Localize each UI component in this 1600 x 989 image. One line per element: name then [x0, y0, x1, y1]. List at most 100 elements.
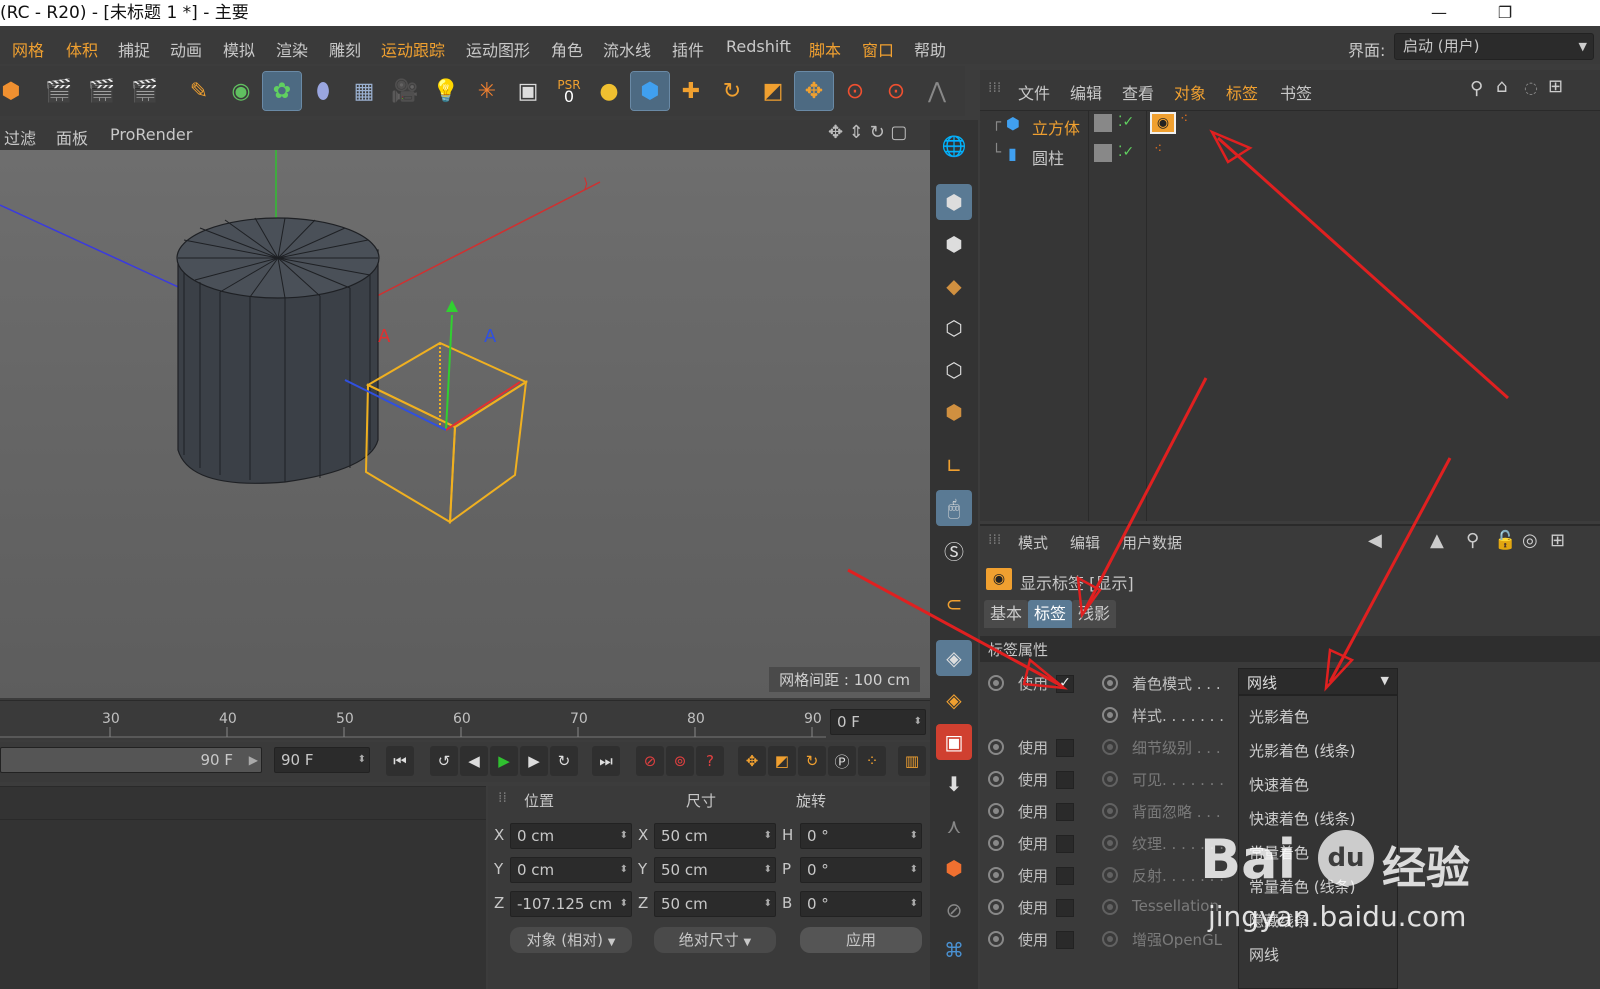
point-mode-icon[interactable]: ⬡ [936, 310, 972, 346]
option-quick-lines[interactable]: 快速着色 (线条) [1249, 808, 1355, 829]
tag-icon[interactable]: ▣ [509, 72, 547, 110]
animate-dot[interactable] [1102, 771, 1118, 787]
menu-script[interactable]: 脚本 [809, 37, 841, 61]
disabled-icon[interactable]: ⊘ [936, 892, 972, 928]
target-icon[interactable]: ◎ [1522, 530, 1538, 551]
animate-dot[interactable] [1102, 675, 1118, 691]
keyframe-selection-icon[interactable]: ? [696, 746, 724, 776]
use-checkbox[interactable] [1056, 867, 1074, 885]
menu-sculpt[interactable]: 雕刻 [329, 37, 361, 61]
animate-dot[interactable] [1102, 931, 1118, 947]
am-menu-userdata[interactable]: 用户数据 [1122, 532, 1182, 553]
viewport-nav-icons[interactable]: ✥ ⇕ ↻ ▢ [828, 122, 907, 143]
option-constant[interactable]: 常量着色 [1249, 842, 1309, 863]
menu-mograph[interactable]: 运动图形 [466, 37, 530, 61]
render-view-icon[interactable]: 🎬 [40, 72, 78, 110]
am-menu-mode[interactable]: 模式 [1018, 532, 1048, 553]
size-mode-dropdown[interactable]: 绝对尺寸 ▼ [654, 927, 776, 953]
back-arrow-icon[interactable]: ◀ [1368, 530, 1382, 551]
shading-mode-dropdown[interactable]: 网线 ▼ [1238, 668, 1398, 695]
coordinate-mode-dropdown[interactable]: 对象 (相对) ▼ [510, 927, 632, 953]
undo-icon[interactable]: ⬢ [0, 72, 30, 110]
tab-afterimage[interactable]: 残影 [1072, 600, 1117, 628]
edge-mode-icon[interactable]: ⬡ [936, 352, 972, 388]
key-position-icon[interactable]: ✥ [738, 746, 766, 776]
scale-icon[interactable]: ◩ [754, 72, 792, 110]
use-checkbox[interactable] [1056, 803, 1074, 821]
snap-icon[interactable]: ⊂ [936, 586, 972, 622]
axis-lock-icon[interactable]: ⋀ [918, 72, 956, 110]
om-menu-bookmarks[interactable]: 书签 [1280, 80, 1312, 104]
key-rotation-icon[interactable]: ↻ [798, 746, 826, 776]
option-quick[interactable]: 快速着色 [1249, 774, 1309, 795]
phong-tag-icon[interactable]: ⁖ [1180, 111, 1188, 127]
key-param-icon[interactable]: Ⓟ [828, 746, 856, 776]
menu-motion-tracker[interactable]: 运动跟踪 [381, 37, 445, 61]
light-icon[interactable]: 💡 [427, 72, 465, 110]
current-frame-field[interactable]: 0 F ⬍ [830, 709, 926, 735]
use-checkbox[interactable] [1056, 835, 1074, 853]
position-z-field[interactable]: -107.125 cm ⬍ [510, 891, 632, 917]
psr-button[interactable]: PSR 0 [550, 72, 588, 110]
pen-icon[interactable]: ✎ [180, 72, 218, 110]
next-key-icon[interactable]: ↻ [550, 746, 578, 776]
floor-icon[interactable]: ▦ [345, 72, 383, 110]
animate-dot[interactable] [988, 867, 1004, 883]
grid-icon[interactable]: ◈ [936, 682, 972, 718]
use-checkbox-checked[interactable]: ✓ [1056, 675, 1074, 693]
menu-redshift[interactable]: Redshift [726, 37, 791, 56]
move-add-icon[interactable]: ✚ [672, 72, 710, 110]
menu-simulate[interactable]: 模拟 [223, 37, 255, 61]
animate-dot[interactable] [1102, 707, 1118, 723]
animate-dot[interactable] [988, 931, 1004, 947]
layer-swatch[interactable] [1094, 144, 1112, 162]
material-manager[interactable] [0, 786, 486, 989]
size-y-field[interactable]: 50 cm ⬍ [654, 857, 776, 883]
om-menu-file[interactable]: 文件 [1018, 80, 1050, 104]
sculpt-icon[interactable]: ⋏ [936, 808, 972, 844]
use-checkbox[interactable] [1056, 931, 1074, 949]
enable-axis-icon[interactable]: ∟ [936, 448, 972, 484]
effector-icon[interactable]: ✳ [468, 72, 506, 110]
rotation-b-field[interactable]: 0 ° ⬍ [800, 891, 922, 917]
menu-snap[interactable]: 捕捉 [118, 37, 150, 61]
animate-dot[interactable] [988, 675, 1004, 691]
workplane-lock-icon[interactable]: ◈ [936, 640, 972, 676]
sphere-deformer-icon[interactable]: ◉ [222, 72, 260, 110]
size-x-field[interactable]: 50 cm ⬍ [654, 823, 776, 849]
move-tool-icon[interactable]: ✥ [794, 71, 834, 111]
paint-icon[interactable]: ⬢ [936, 850, 972, 886]
om-menu-edit[interactable]: 编辑 [1070, 80, 1102, 104]
animate-dot[interactable] [1102, 899, 1118, 915]
use-checkbox[interactable] [1056, 771, 1074, 789]
am-menu-edit[interactable]: 编辑 [1070, 532, 1100, 553]
animate-dot[interactable] [1102, 867, 1118, 883]
key-scale-icon[interactable]: ◩ [768, 746, 796, 776]
go-to-end-icon[interactable]: ⏭ [592, 746, 620, 776]
rotation-p-field[interactable]: 0 ° ⬍ [800, 857, 922, 883]
play-icon[interactable]: ▶ [490, 746, 518, 776]
next-frame-icon[interactable]: ▶ [520, 746, 548, 776]
menu-render[interactable]: 渲染 [276, 37, 308, 61]
render-picture-viewer-icon[interactable]: 🎬 [83, 72, 121, 110]
timeline-ruler[interactable]: 30 40 50 60 70 80 90 0 F ⬍ [0, 700, 930, 740]
option-wireframe[interactable]: 网线 [1249, 944, 1279, 965]
preview-range-slider[interactable]: 90 F ▶ [0, 747, 262, 773]
animate-dot[interactable] [988, 771, 1004, 787]
apply-button[interactable]: 应用 [800, 927, 922, 953]
restore-button[interactable]: ❐ [1482, 0, 1528, 26]
object-row-cylinder[interactable]: └ ▮ 圆柱 ⁚✓ ⁖ [980, 141, 1600, 169]
animate-dot[interactable] [988, 803, 1004, 819]
go-to-start-icon[interactable]: ⏮ [386, 746, 414, 776]
cloner-icon[interactable]: ✿ [262, 71, 302, 111]
workplane-icon[interactable]: ◆ [936, 268, 972, 304]
layer-swatch[interactable] [1094, 114, 1112, 132]
record-icon[interactable]: ⊘ [636, 746, 664, 776]
use-checkbox[interactable] [1056, 739, 1074, 757]
globe-icon[interactable]: 🌐 [936, 128, 972, 164]
position-y-field[interactable]: 0 cm ⬍ [510, 857, 632, 883]
am-new-window-icon[interactable]: ⊞ [1550, 530, 1565, 551]
end-frame-field[interactable]: 90 F ⬍ [274, 747, 370, 773]
animate-dot[interactable] [988, 835, 1004, 851]
render-settings-icon[interactable]: 🎬 [126, 72, 164, 110]
